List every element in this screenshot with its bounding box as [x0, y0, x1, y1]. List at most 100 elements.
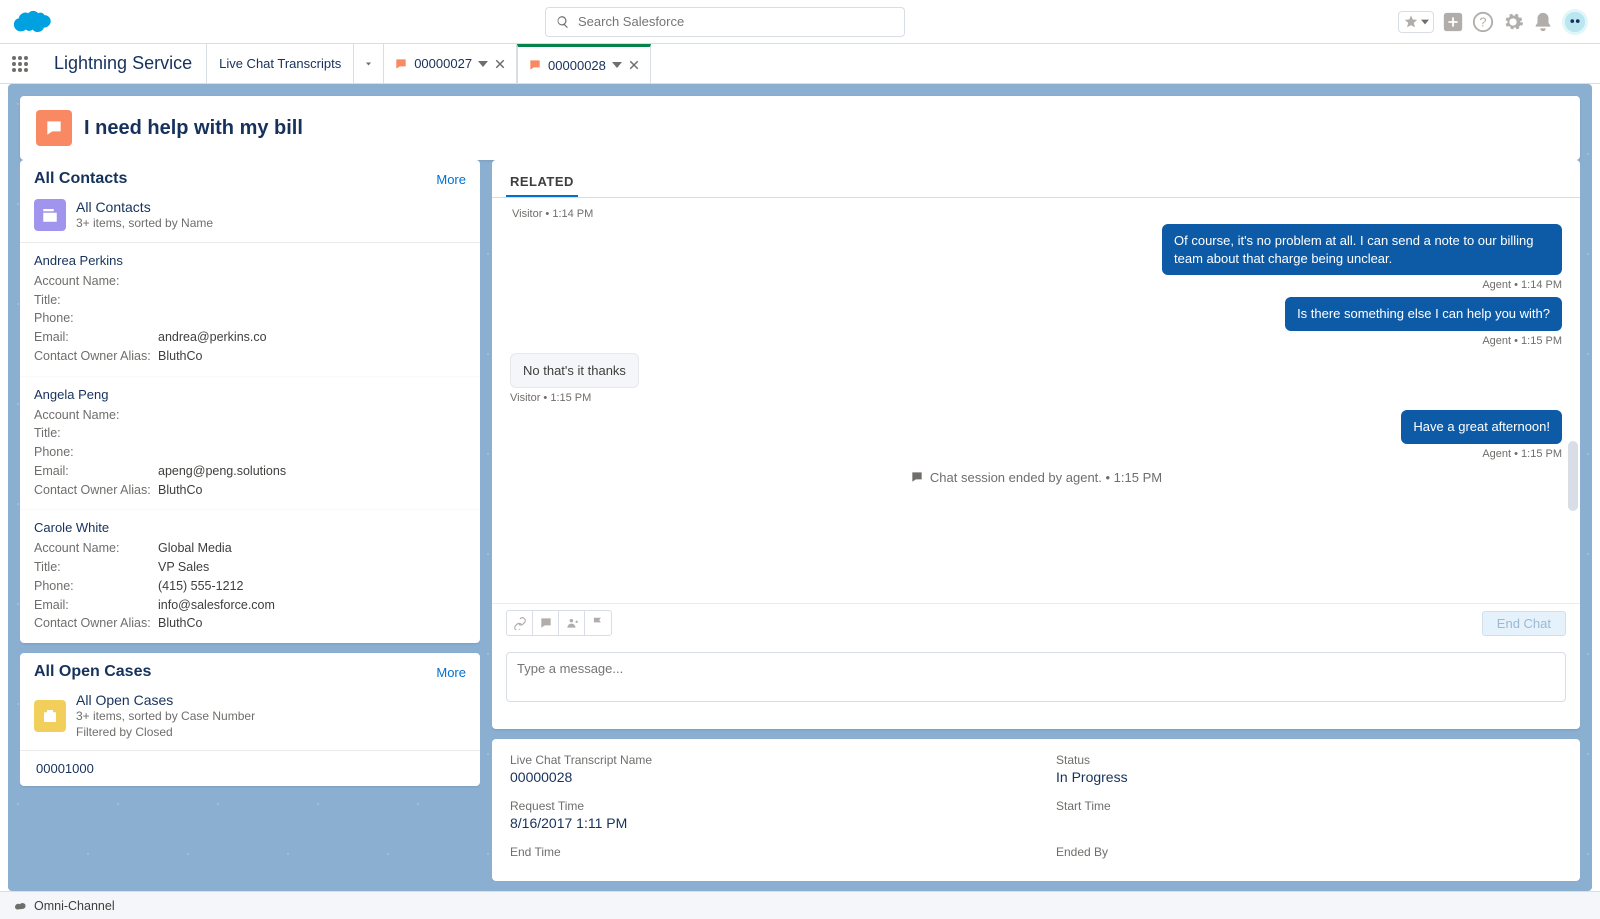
- tab-related[interactable]: RELATED: [506, 168, 578, 197]
- composer: [492, 642, 1580, 729]
- detail-label: End Time: [510, 845, 1016, 859]
- chat-icon: [910, 470, 924, 484]
- nav-item-label: Live Chat Transcripts: [219, 56, 341, 71]
- chat-icon: [528, 58, 542, 72]
- contact-item[interactable]: Carole WhiteAccount Name:Global MediaTit…: [20, 509, 480, 643]
- close-icon[interactable]: [494, 58, 506, 70]
- session-end: Chat session ended by agent. • 1:15 PM: [510, 470, 1562, 485]
- chat-meta: Agent • 1:14 PM: [1482, 279, 1562, 291]
- quicktext-icon: [539, 616, 553, 630]
- chat-bubble: Is there something else I can help you w…: [1285, 297, 1562, 331]
- chat-tabs: RELATED: [492, 160, 1580, 198]
- list-subtitle: 3+ items, sorted by Name: [76, 216, 213, 232]
- star-icon: [1403, 14, 1419, 30]
- detail-label: Live Chat Transcript Name: [510, 753, 1016, 767]
- list-subtitle: 3+ items, sorted by Case Number: [76, 709, 255, 725]
- detail-value: 8/16/2017 1:11 PM: [510, 815, 1016, 831]
- contact-name: Angela Peng: [34, 387, 466, 402]
- transfer-button[interactable]: [559, 611, 585, 635]
- omni-icon: [14, 899, 28, 913]
- utility-bar: Omni-Channel: [0, 891, 1600, 919]
- chat-message: Of course, it's no problem at all. I can…: [510, 224, 1562, 291]
- chat-bubble: Have a great afternoon!: [1401, 410, 1562, 444]
- detail-label: Request Time: [510, 799, 1016, 813]
- stage: I need help with my bill All Contacts Mo…: [8, 84, 1592, 891]
- chat-top-ts: Visitor • 1:14 PM: [512, 208, 1560, 220]
- case-row[interactable]: 00001000: [20, 751, 480, 786]
- message-input[interactable]: [506, 652, 1566, 702]
- chat-message: Is there something else I can help you w…: [510, 297, 1562, 347]
- page-header: I need help with my bill: [20, 96, 1580, 160]
- workspace-tab-2[interactable]: 00000028: [517, 44, 651, 83]
- global-header: ?: [0, 0, 1600, 44]
- nav-item-menu[interactable]: [353, 44, 383, 83]
- app-name: Lightning Service: [40, 44, 206, 83]
- chat-message: Have a great afternoon! Agent • 1:15 PM: [510, 410, 1562, 460]
- tab-label: 00000028: [548, 58, 606, 73]
- contacts-card: All Contacts More All Contacts 3+ items,…: [20, 160, 480, 643]
- contacts-icon: [34, 199, 66, 231]
- chat-bubble: No that's it thanks: [510, 353, 639, 389]
- omni-channel-button[interactable]: Omni-Channel: [34, 899, 115, 913]
- flag-button[interactable]: [585, 611, 611, 635]
- app-launcher[interactable]: [0, 44, 40, 83]
- chat-bubble: Of course, it's no problem at all. I can…: [1162, 224, 1562, 275]
- chat-message: No that's it thanks Visitor • 1:15 PM: [510, 353, 1562, 405]
- end-chat-button[interactable]: End Chat: [1482, 611, 1566, 636]
- user-avatar[interactable]: [1562, 9, 1588, 35]
- more-link[interactable]: More: [436, 172, 466, 187]
- contact-name: Andrea Perkins: [34, 253, 466, 268]
- nav-item-transcripts[interactable]: Live Chat Transcripts: [206, 44, 353, 83]
- chat-icon: [44, 118, 64, 138]
- add-icon[interactable]: [1442, 11, 1464, 33]
- page-title: I need help with my bill: [84, 117, 303, 140]
- chevron-down-icon: [366, 59, 371, 69]
- attach-button[interactable]: [507, 611, 533, 635]
- cases-icon: [34, 700, 66, 732]
- global-search[interactable]: [545, 7, 905, 37]
- people-icon: [565, 616, 579, 630]
- workspace-tabs: 00000027 00000028: [383, 44, 651, 83]
- header-actions: ?: [1398, 9, 1588, 35]
- list-title[interactable]: All Open Cases: [76, 691, 255, 709]
- more-link[interactable]: More: [436, 665, 466, 680]
- contact-item[interactable]: Andrea PerkinsAccount Name:Title:Phone:E…: [20, 243, 480, 376]
- chat-card: RELATED Visitor • 1:14 PM Of course, it'…: [492, 160, 1580, 729]
- contact-name: Carole White: [34, 520, 466, 535]
- link-icon: [513, 616, 527, 630]
- card-title: All Contacts: [34, 170, 127, 188]
- notification-bell-icon[interactable]: [1532, 11, 1554, 33]
- chat-meta: Agent • 1:15 PM: [1482, 335, 1562, 347]
- chat-meta: Visitor • 1:15 PM: [510, 392, 591, 404]
- nav-bar: Lightning Service Live Chat Transcripts …: [0, 44, 1600, 84]
- details-card: Live Chat Transcript Name 00000028 Statu…: [492, 739, 1580, 881]
- chat-scroll[interactable]: Visitor • 1:14 PM Of course, it's no pro…: [506, 198, 1566, 603]
- list-subtitle-2: Filtered by Closed: [76, 725, 255, 741]
- svg-text:?: ?: [1479, 14, 1486, 29]
- close-icon[interactable]: [628, 59, 640, 71]
- search-icon: [556, 15, 570, 29]
- detail-label: Start Time: [1056, 799, 1562, 813]
- chat-icon: [394, 57, 408, 71]
- tab-label: 00000027: [414, 56, 472, 71]
- cases-card: All Open Cases More All Open Cases 3+ it…: [20, 653, 480, 786]
- quick-text-button[interactable]: [533, 611, 559, 635]
- detail-label: Status: [1056, 753, 1562, 767]
- contact-item[interactable]: Angela PengAccount Name:Title:Phone:Emai…: [20, 376, 480, 510]
- scrollbar[interactable]: [1568, 198, 1578, 603]
- flag-icon: [591, 616, 605, 630]
- salesforce-logo: [12, 8, 52, 36]
- workspace-tab-1[interactable]: 00000027: [383, 44, 517, 83]
- record-icon: [36, 110, 72, 146]
- chevron-down-icon: [612, 60, 622, 70]
- favorites-menu[interactable]: [1398, 11, 1434, 33]
- setup-gear-icon[interactable]: [1502, 11, 1524, 33]
- chevron-down-icon: [478, 59, 488, 69]
- help-icon[interactable]: ?: [1472, 11, 1494, 33]
- astro-avatar-icon: [1564, 11, 1586, 33]
- chat-meta: Agent • 1:15 PM: [1482, 448, 1562, 460]
- chevron-down-icon: [1421, 18, 1429, 26]
- list-title[interactable]: All Contacts: [76, 198, 213, 216]
- search-input[interactable]: [578, 14, 894, 29]
- card-title: All Open Cases: [34, 663, 151, 681]
